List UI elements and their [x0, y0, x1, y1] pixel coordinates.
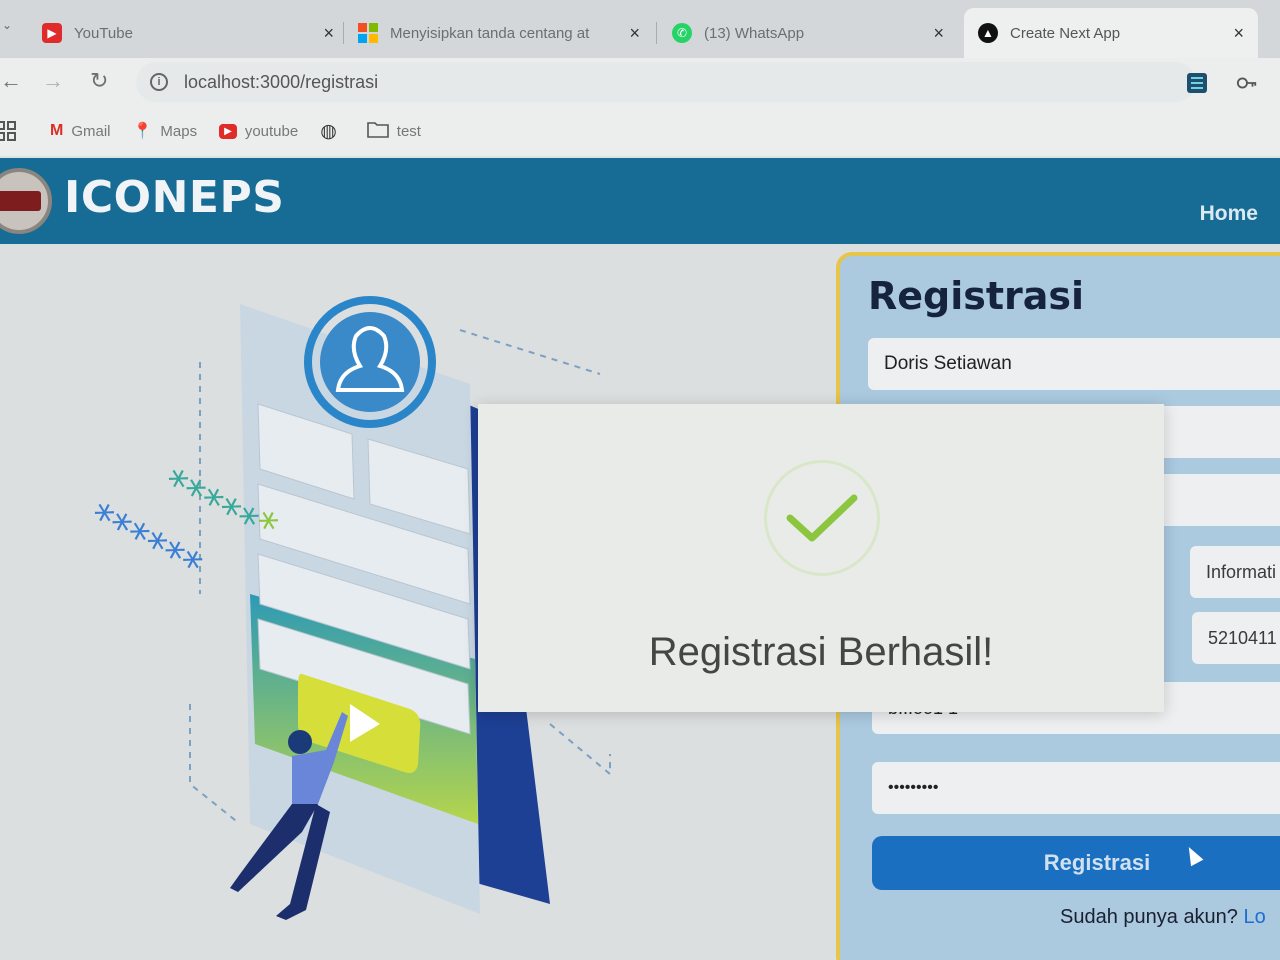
address-bar[interactable]: i localhost:3000/registrasi [136, 62, 1196, 102]
brand-title[interactable]: ICONEPS [64, 172, 284, 223]
nim-input[interactable]: 5210411 [1192, 612, 1280, 664]
bookmark-maps[interactable]: 📍 Maps [133, 121, 198, 141]
bookmark-gmail[interactable]: M Gmail [50, 122, 111, 140]
login-prompt: Sudah punya akun? Lo [1060, 906, 1266, 929]
extension-icon[interactable] [1186, 72, 1208, 94]
tab-title: Menyisipkan tanda centang at [390, 24, 590, 42]
gmail-icon: M [50, 122, 64, 139]
back-arrow-icon[interactable]: ← [0, 68, 22, 94]
forward-arrow-icon[interactable]: → [42, 68, 64, 94]
name-input[interactable]: Doris Setiawan [868, 338, 1280, 390]
bookmark-label: test [396, 122, 421, 140]
close-tab-icon[interactable]: × [323, 23, 334, 44]
nextjs-icon: ▲ [978, 23, 998, 43]
close-tab-icon[interactable]: × [629, 23, 640, 44]
close-tab-icon[interactable]: × [933, 23, 944, 44]
success-message: Registrasi Berhasil! [648, 630, 994, 674]
close-tab-icon[interactable]: × [1233, 23, 1244, 44]
tab-title: YouTube [74, 24, 133, 42]
tab-whatsapp[interactable]: ✆ (13) WhatsApp × [658, 8, 958, 58]
bookmarks-bar: M Gmail 📍 Maps ▶ youtube ◍ test [0, 106, 1280, 156]
apps-grid-icon[interactable] [0, 121, 16, 141]
register-button[interactable]: Registrasi [872, 836, 1280, 890]
globe-icon: ◍ [320, 120, 337, 142]
microsoft-icon [358, 23, 378, 43]
nav-home-link[interactable]: Home [1200, 202, 1258, 226]
folder-icon [366, 120, 389, 143]
success-check-icon [764, 460, 880, 576]
tab-create-next-app[interactable]: ▲ Create Next App × [964, 8, 1258, 58]
url-text[interactable]: localhost:3000/registrasi [184, 72, 378, 93]
login-prompt-text: Sudah punya akun? [1060, 906, 1238, 928]
bookmark-test[interactable]: test [366, 120, 421, 143]
bookmark-label: youtube [244, 122, 299, 140]
site-info-icon[interactable]: i [150, 73, 168, 91]
tab-search-chevron-icon[interactable]: ⌄ [2, 18, 12, 32]
bookmark-youtube[interactable]: ▶ youtube [219, 123, 298, 140]
browser-toolbar: ← → ↻ i localhost:3000/registrasi [0, 58, 1280, 106]
success-modal: Registrasi Berhasil! [478, 404, 1164, 712]
program-select[interactable]: Informati [1190, 546, 1280, 598]
browser-tab-strip: ⌄ ▶ YouTube × Menyisipkan tanda centang … [0, 0, 1280, 62]
password-input[interactable]: ••••••••• [872, 762, 1280, 814]
maps-icon: 📍 [132, 123, 153, 140]
youtube-icon: ▶ [219, 123, 237, 139]
bookmark-globe[interactable]: ◍ [320, 120, 345, 143]
tab-title: (13) WhatsApp [704, 24, 805, 42]
tab-title: Create Next App [1010, 24, 1121, 42]
tab-youtube[interactable]: ▶ YouTube × [28, 8, 348, 58]
login-link[interactable]: Lo [1244, 906, 1266, 928]
tab-menyisipkan[interactable]: Menyisipkan tanda centang at × [344, 8, 654, 58]
youtube-icon: ▶ [42, 23, 62, 43]
password-key-icon[interactable] [1236, 72, 1258, 94]
logo-badge-icon [0, 168, 52, 234]
bookmark-label: Gmail [71, 122, 111, 140]
bookmark-label: Maps [160, 122, 198, 140]
app-header: ICONEPS Home [0, 158, 1280, 244]
reload-icon[interactable]: ↻ [90, 68, 108, 94]
form-title: Registrasi [868, 274, 1085, 318]
whatsapp-icon: ✆ [672, 23, 692, 43]
